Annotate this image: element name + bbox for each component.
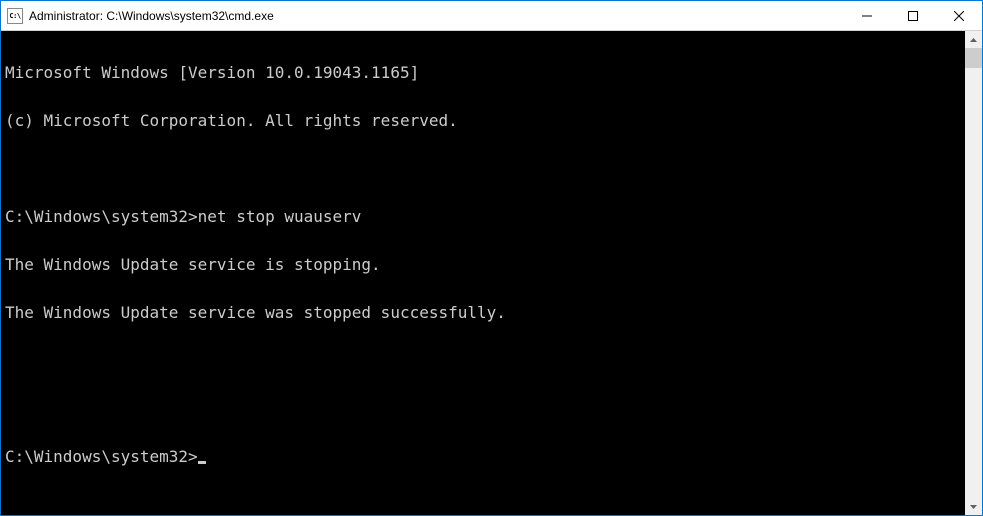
close-button[interactable] xyxy=(936,1,982,31)
console-output[interactable]: Microsoft Windows [Version 10.0.19043.11… xyxy=(1,31,965,515)
console-line: The Windows Update service was stopped s… xyxy=(5,305,963,321)
vertical-scrollbar[interactable] xyxy=(965,31,982,515)
console-prompt: C:\Windows\system32> xyxy=(5,447,198,466)
console-line xyxy=(5,161,963,177)
scrollbar-thumb[interactable] xyxy=(965,48,982,68)
cmd-window: C:\ Administrator: C:\Windows\system32\c… xyxy=(0,0,983,516)
maximize-button[interactable] xyxy=(890,1,936,31)
window-controls xyxy=(844,1,982,30)
minimize-button[interactable] xyxy=(844,1,890,31)
text-cursor xyxy=(198,461,206,464)
window-title: Administrator: C:\Windows\system32\cmd.e… xyxy=(29,9,844,23)
console-line xyxy=(5,353,963,369)
console-line: C:\Windows\system32>net stop wuauserv xyxy=(5,209,963,225)
cmd-icon: C:\ xyxy=(7,8,23,24)
scroll-down-button[interactable] xyxy=(965,498,982,515)
titlebar[interactable]: C:\ Administrator: C:\Windows\system32\c… xyxy=(1,1,982,31)
scroll-up-button[interactable] xyxy=(965,31,982,48)
console-prompt-line: C:\Windows\system32> xyxy=(5,449,963,465)
scrollbar-track[interactable] xyxy=(965,48,982,498)
console-line: Microsoft Windows [Version 10.0.19043.11… xyxy=(5,65,963,81)
console-line: (c) Microsoft Corporation. All rights re… xyxy=(5,113,963,129)
client-area: Microsoft Windows [Version 10.0.19043.11… xyxy=(1,31,982,515)
console-line: The Windows Update service is stopping. xyxy=(5,257,963,273)
console-line xyxy=(5,401,963,417)
